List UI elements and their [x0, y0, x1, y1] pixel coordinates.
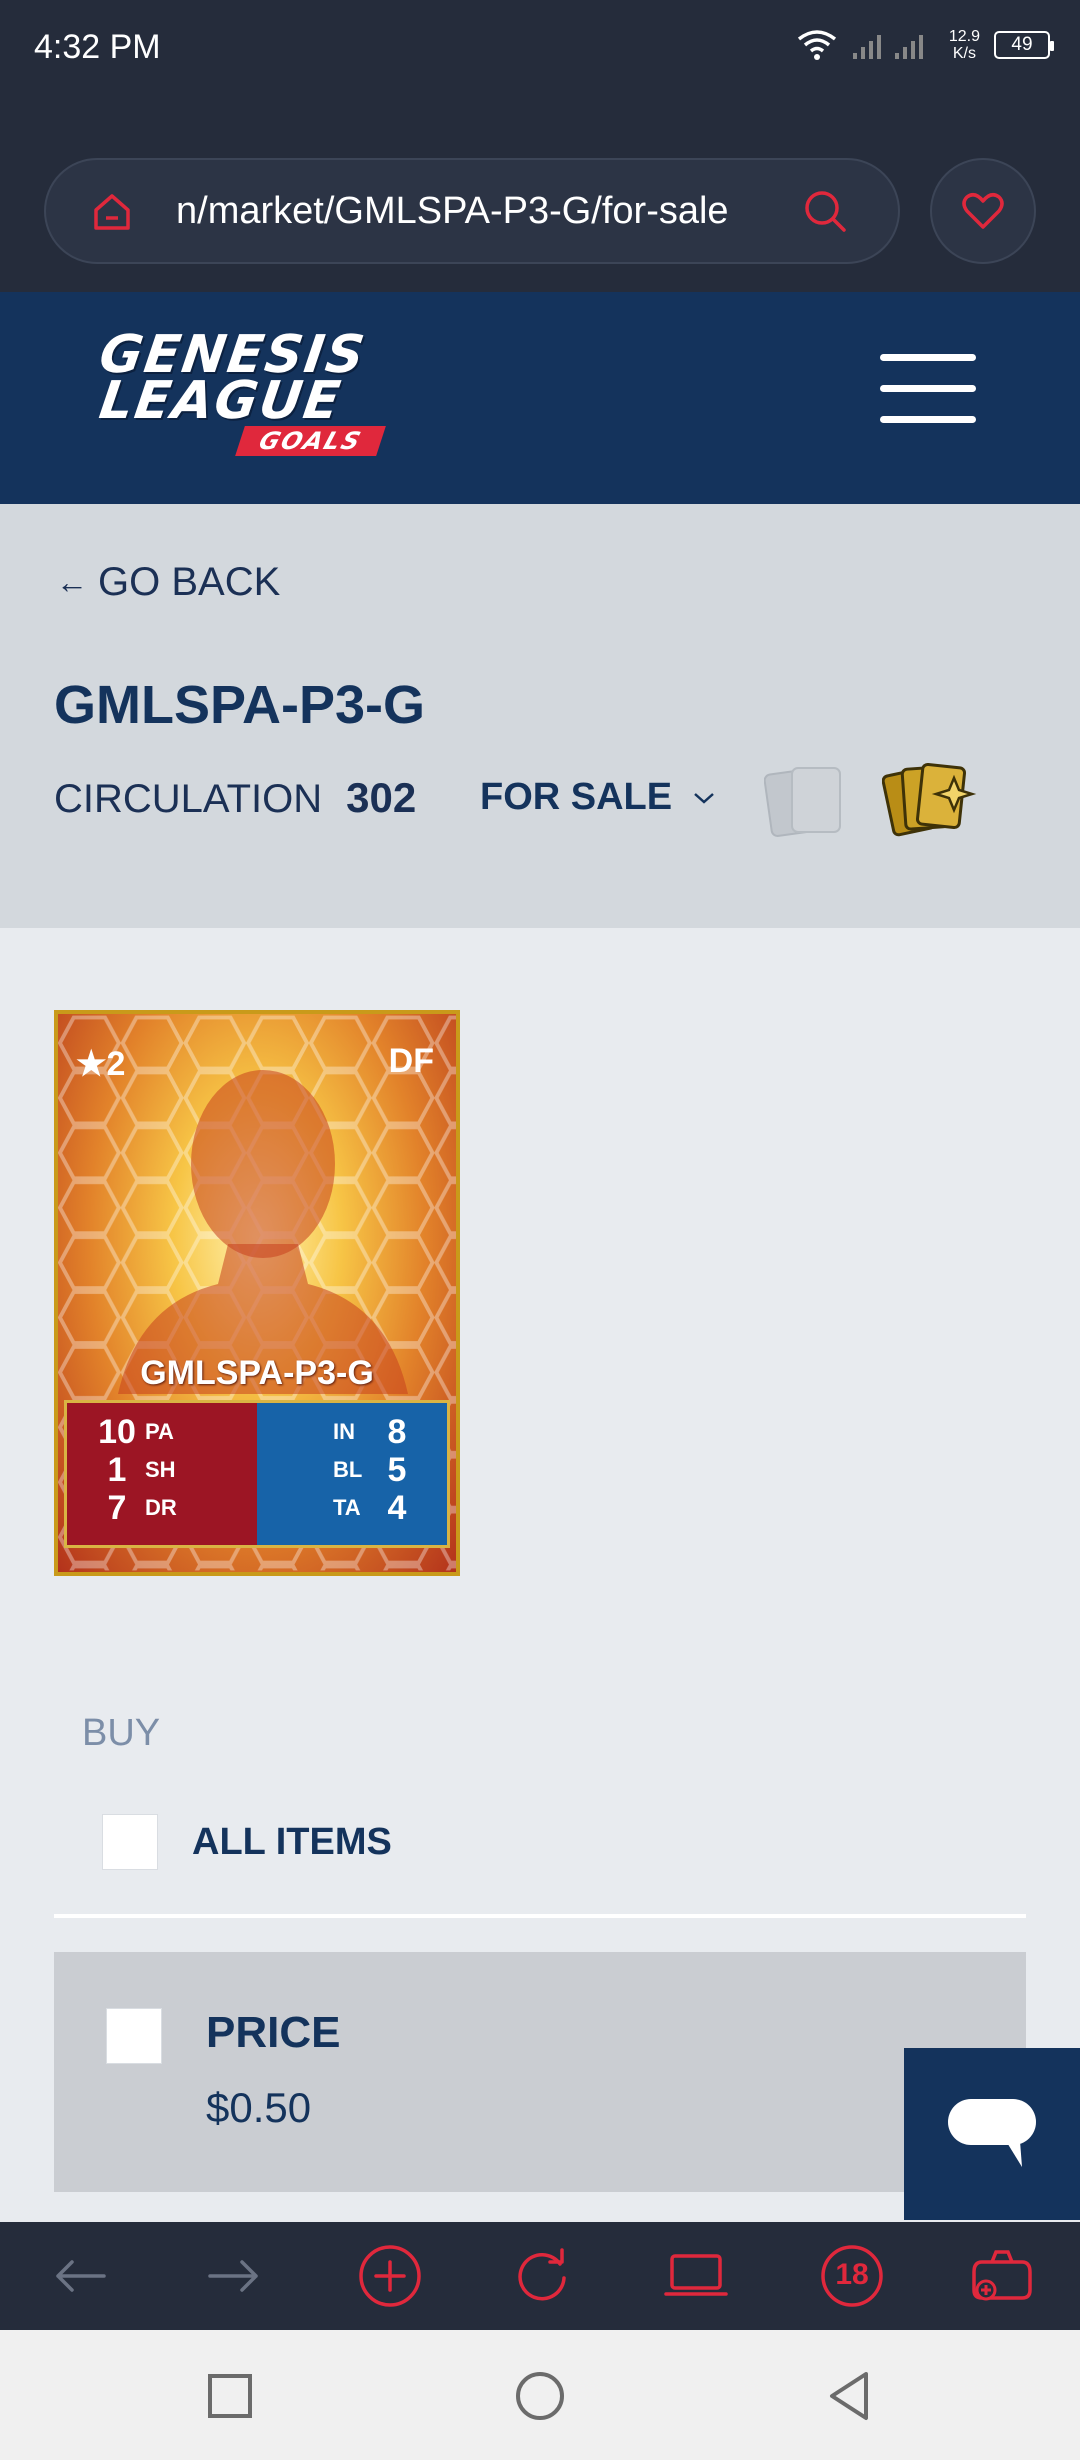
signal-icon — [852, 35, 923, 59]
stat-value: 7 — [107, 1488, 127, 1527]
arrow-left-icon — [56, 2260, 106, 2292]
all-items-row[interactable]: ALL ITEMS — [102, 1814, 392, 1870]
back-button[interactable] — [48, 2244, 112, 2308]
browser-address-area: n/market/GMLSPA-P3-G/for-sale — [0, 100, 1080, 292]
tabs-button[interactable]: 18 — [820, 2244, 884, 2308]
status-time: 4:32 PM — [34, 28, 161, 66]
circulation-label: CIRCULATION — [54, 777, 323, 821]
url-text[interactable]: n/market/GMLSPA-P3-G/for-sale — [176, 190, 729, 233]
favorite-button[interactable] — [930, 158, 1036, 264]
stat-label: BL — [333, 1457, 363, 1482]
go-back-label: GO BACK — [98, 560, 281, 604]
stat-value: 8 — [387, 1412, 407, 1451]
stat-label: PA — [145, 1419, 174, 1444]
listing-checkbox[interactable] — [106, 2008, 162, 2064]
all-items-checkbox[interactable] — [102, 1814, 158, 1870]
stats-left: 10 PA 1 SH 7 DR — [67, 1403, 257, 1545]
stat-label: TA — [333, 1495, 361, 1520]
stat-value: 4 — [387, 1488, 407, 1527]
page-title: GMLSPA-P3-G — [54, 675, 426, 735]
battery-icon: 49 — [994, 31, 1054, 59]
network-speed-value: 12.9 — [948, 28, 980, 45]
stat-row: IN 8 — [333, 1413, 447, 1451]
go-back-link[interactable]: ← GO BACK — [56, 560, 280, 605]
chat-bubble-icon — [948, 2099, 1036, 2167]
network-speed: 12.9 K/s — [949, 28, 980, 62]
reload-icon — [518, 2248, 566, 2301]
chevron-down-icon — [694, 792, 714, 804]
card-position: DF — [388, 1042, 434, 1080]
listing-row[interactable]: PRICE $0.50 — [54, 1952, 1026, 2192]
stat-label: DR — [145, 1495, 177, 1520]
gold-cards-icon[interactable] — [882, 758, 978, 838]
card-rating: ★2 — [76, 1044, 125, 1084]
cards-stack-icon[interactable] — [764, 762, 848, 838]
wifi-icon — [797, 30, 836, 60]
arrow-left-icon: ← — [56, 564, 88, 600]
search-icon[interactable] — [802, 188, 848, 234]
game-mode-button[interactable] — [970, 2244, 1034, 2308]
laptop-icon — [664, 2254, 728, 2296]
new-tab-button[interactable] — [358, 2244, 422, 2308]
site-header: GENESIS LEAGUE GOALS — [0, 292, 1080, 504]
logo-sub: GOALS — [235, 426, 387, 456]
menu-button[interactable] — [880, 354, 976, 424]
for-sale-dropdown[interactable]: FOR SALE — [480, 776, 716, 819]
stat-label: SH — [145, 1457, 176, 1482]
price-value: $0.50 — [206, 2084, 312, 2131]
recent-apps-icon[interactable] — [202, 2368, 258, 2424]
stat-row: 10 PA — [89, 1413, 257, 1451]
logo-line-2: LEAGUE — [95, 371, 346, 431]
circulation: CIRCULATION 302 — [54, 774, 416, 822]
circulation-value: 302 — [346, 774, 417, 821]
browser-toolbar: 18 — [0, 2222, 1080, 2330]
address-bar[interactable]: n/market/GMLSPA-P3-G/for-sale — [44, 158, 900, 264]
heart-icon — [962, 193, 1004, 229]
status-bar: 4:32 PM 12.9 K/s 49 — [0, 0, 1080, 100]
system-navigation-bar — [0, 2330, 1080, 2460]
desktop-mode-button[interactable] — [664, 2244, 728, 2308]
stat-label: IN — [333, 1419, 355, 1444]
card-stats-panel: 10 PA 1 SH 7 DR IN 8 BL 5 TA 4 — [64, 1400, 450, 1548]
home-circle-icon[interactable] — [512, 2368, 568, 2424]
reload-button[interactable] — [510, 2244, 574, 2308]
menu-icon-bar — [880, 416, 976, 423]
all-items-label: ALL ITEMS — [192, 1820, 392, 1863]
player-silhouette — [118, 1070, 408, 1394]
player-card[interactable]: ★2 DF GMLSPA-P3-G 10 PA 1 SH 7 DR IN 8 B — [54, 1010, 460, 1576]
stat-value: 1 — [107, 1450, 127, 1489]
menu-icon-bar — [880, 354, 976, 361]
forward-button[interactable] — [202, 2244, 266, 2308]
genesis-league-logo[interactable]: GENESIS LEAGUE GOALS — [95, 325, 430, 456]
back-triangle-icon[interactable] — [822, 2368, 878, 2424]
stat-value: 10 — [98, 1412, 136, 1451]
arrow-right-icon — [208, 2260, 258, 2292]
stat-row: 1 SH — [89, 1451, 257, 1489]
divider — [54, 1914, 1026, 1918]
chat-button[interactable] — [904, 2048, 1080, 2220]
for-sale-label: FOR SALE — [480, 776, 673, 818]
stat-row: TA 4 — [333, 1489, 447, 1527]
network-speed-unit: K/s — [952, 45, 976, 62]
status-icons: 12.9 K/s 49 — [797, 28, 1054, 62]
card-stars-value: 2 — [106, 1045, 126, 1083]
price-label: PRICE — [206, 2008, 341, 2057]
gamepad-icon — [972, 2250, 1032, 2301]
home-icon[interactable] — [90, 190, 134, 234]
plus-circle-icon — [359, 2245, 421, 2307]
title-section: ← GO BACK GMLSPA-P3-G CIRCULATION 302 FO… — [0, 504, 1080, 928]
buy-heading: BUY — [82, 1712, 161, 1754]
tabs-count: 18 — [835, 2258, 869, 2291]
stat-value: 5 — [387, 1450, 407, 1489]
stat-row: 7 DR — [89, 1489, 257, 1527]
stats-right: IN 8 BL 5 TA 4 — [257, 1403, 447, 1545]
card-name: GMLSPA-P3-G — [140, 1354, 374, 1392]
stat-row: BL 5 — [333, 1451, 447, 1489]
star-icon: ★ — [76, 1045, 107, 1083]
menu-icon-bar — [880, 385, 976, 392]
